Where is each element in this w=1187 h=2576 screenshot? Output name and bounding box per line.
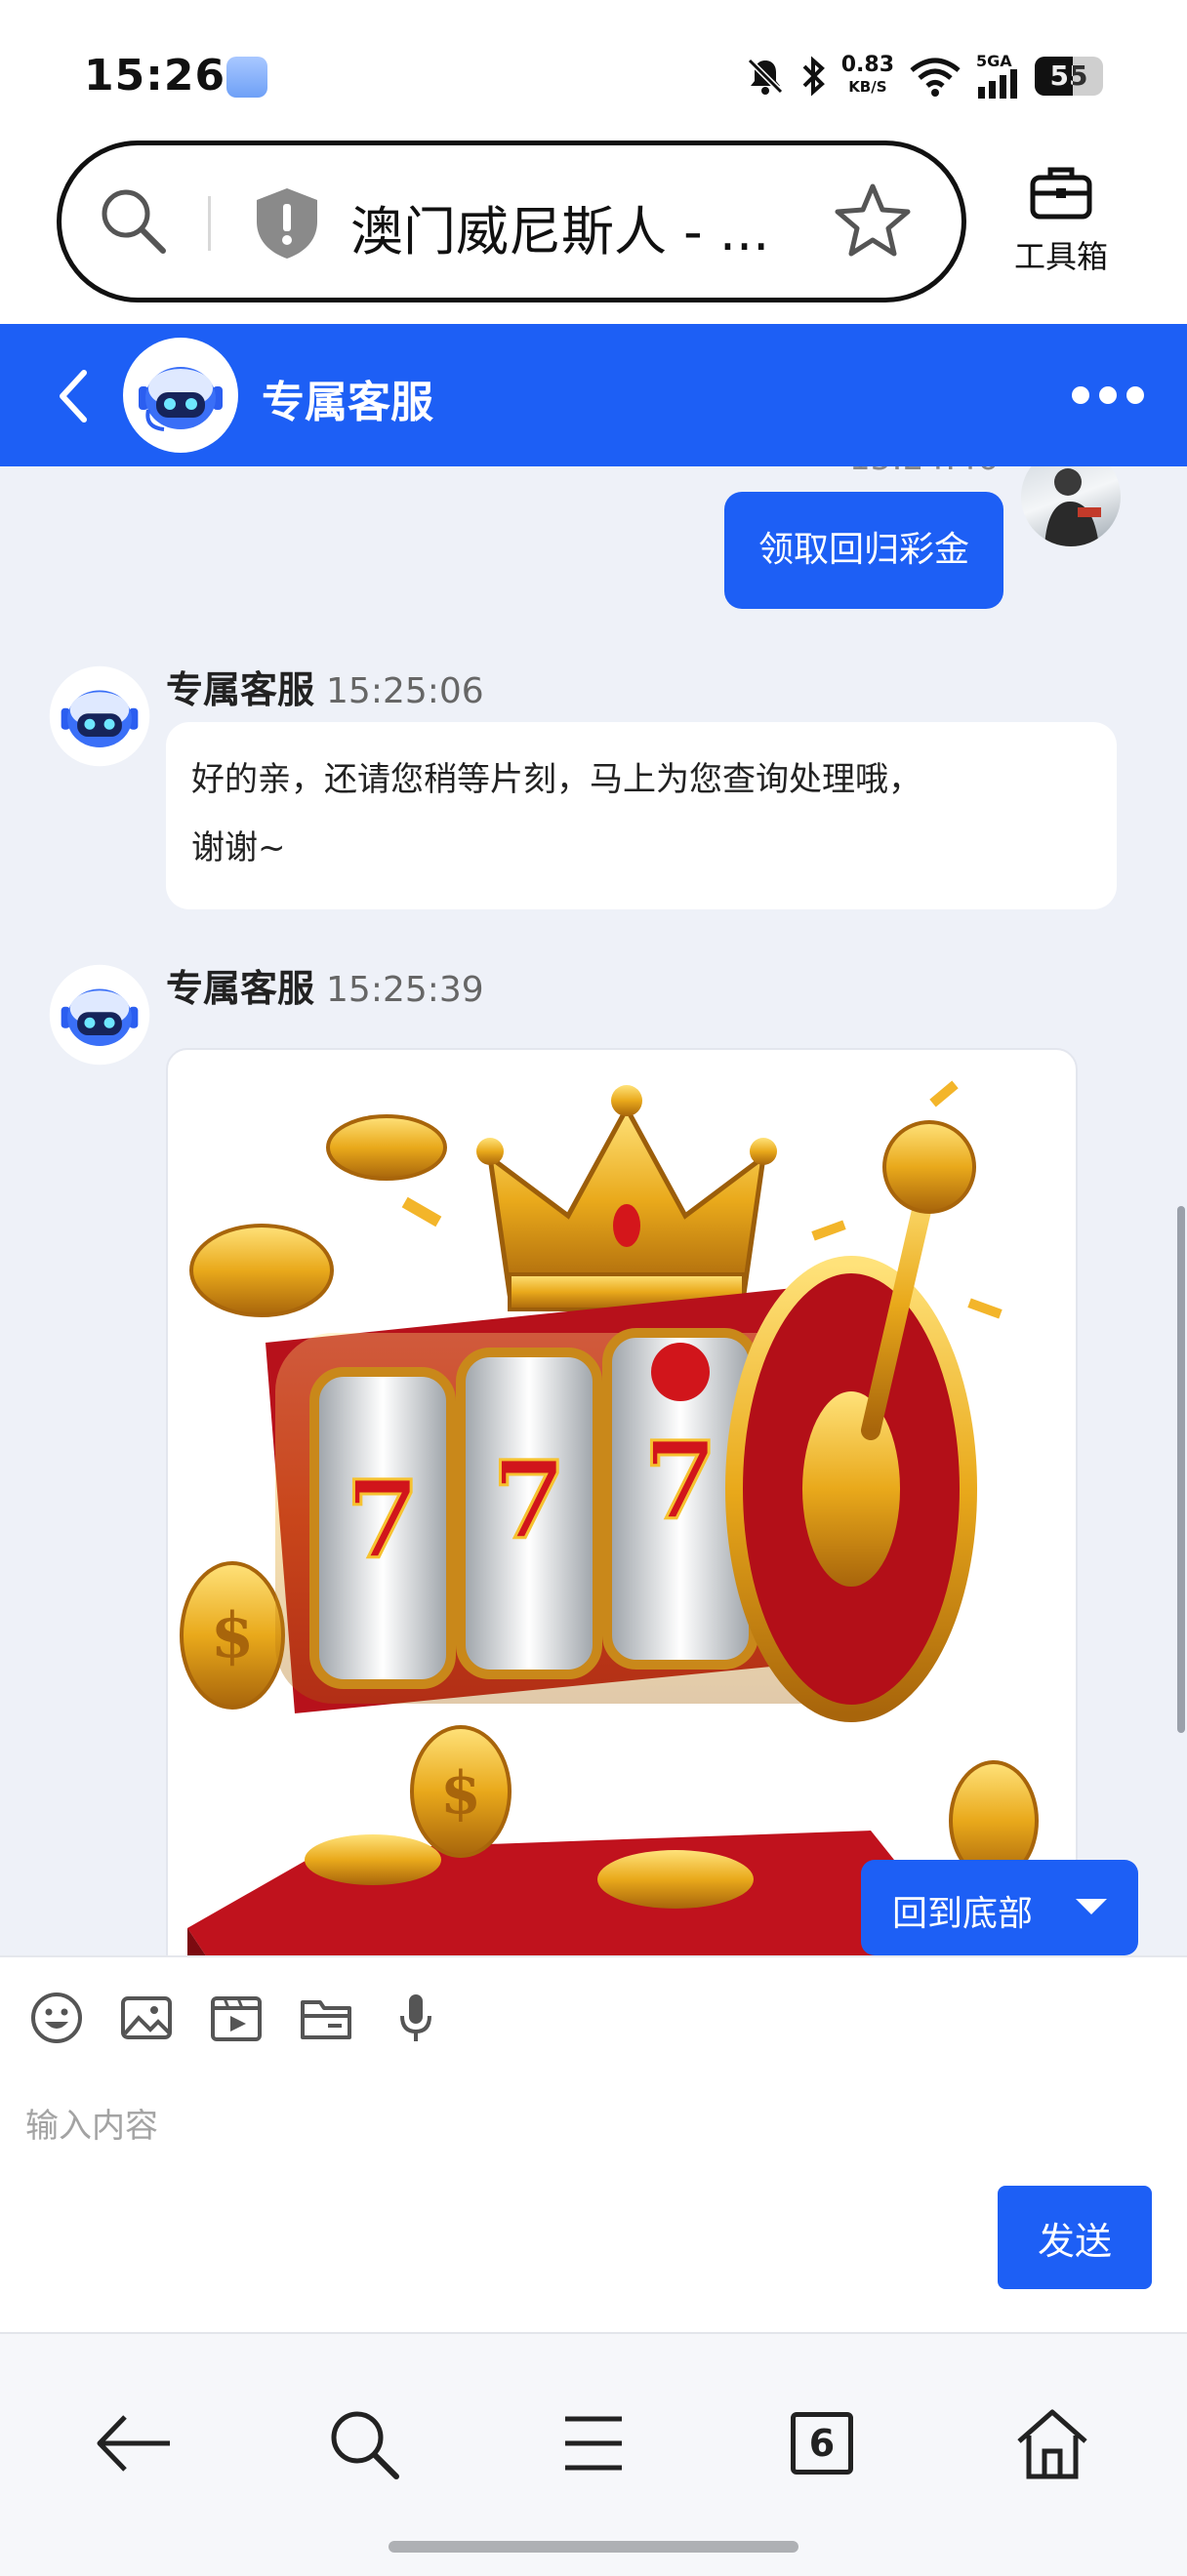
- home-indicator[interactable]: [389, 2541, 798, 2553]
- nav-back-button[interactable]: [86, 2395, 184, 2492]
- tabs-count-icon: 6: [791, 2412, 853, 2475]
- back-arrow-icon: [97, 2415, 170, 2472]
- user-avatar: [1021, 466, 1121, 546]
- bluetooth-icon: [802, 56, 825, 97]
- browser-page: 15:26 0.83 KB/S 5GA 55 澳门威尼斯人 - ... 工具箱 …: [0, 0, 1187, 2576]
- browser-toolbar: 澳门威尼斯人 - ... 工具箱: [0, 137, 1187, 324]
- send-button[interactable]: 发送: [998, 2186, 1152, 2289]
- message-timestamp: 15:24:46: [849, 466, 999, 478]
- message-text-line: 好的亲，还请您稍等片刻，马上为您查询处理哦，: [191, 760, 921, 799]
- image-button[interactable]: [119, 1991, 174, 2045]
- back-to-bottom-button[interactable]: 回到底部: [861, 1860, 1138, 1955]
- svg-text:7: 7: [492, 1437, 567, 1563]
- caret-down-icon: [1076, 1899, 1107, 1914]
- message-text-line: 谢谢~: [191, 828, 286, 867]
- file-button[interactable]: [299, 1991, 353, 2045]
- nav-home-button[interactable]: [1003, 2395, 1101, 2492]
- search-icon[interactable]: [97, 184, 169, 257]
- svg-text:$: $: [211, 1599, 255, 1672]
- back-to-bottom-label: 回到底部: [892, 1894, 1034, 1934]
- back-arrow-icon[interactable]: [55, 367, 94, 425]
- toolbox-label: 工具箱: [1013, 238, 1108, 275]
- scrollbar[interactable]: [1177, 1206, 1185, 1733]
- status-time: 15:26: [84, 51, 226, 101]
- message-time: 15:25:39: [326, 970, 484, 1010]
- emoji-icon: [31, 1992, 82, 2043]
- svg-text:7: 7: [346, 1457, 421, 1583]
- wifi-icon: [910, 58, 961, 97]
- battery-icon: 55: [1035, 57, 1103, 96]
- emoji-button[interactable]: [29, 1991, 84, 2045]
- nav-menu-button[interactable]: [545, 2395, 642, 2492]
- support-avatar: [47, 962, 152, 1067]
- toolbox-button[interactable]: 工具箱: [998, 164, 1125, 277]
- robot-icon: [126, 341, 235, 450]
- svg-text:$: $: [440, 1759, 481, 1828]
- status-icons: 0.83 KB/S 5GA 55: [744, 49, 1103, 103]
- support-avatar: [47, 664, 152, 769]
- chat-header: 专属客服: [0, 324, 1187, 466]
- message-composer: 发送: [0, 1955, 1187, 2332]
- robot-icon: [49, 964, 150, 1066]
- support-message-bubble[interactable]: 好的亲，还请您稍等片刻，马上为您查询处理哦， 谢谢~: [166, 722, 1117, 909]
- chat-title: 专属客服: [262, 378, 433, 427]
- app-notification-icon: [226, 57, 267, 98]
- message-time: 15:25:06: [326, 671, 484, 711]
- nav-tabs-button[interactable]: 6: [773, 2395, 871, 2492]
- search-icon: [331, 2411, 399, 2479]
- user-message-bubble[interactable]: 领取回归彩金: [724, 492, 1003, 609]
- message-input[interactable]: [25, 2094, 962, 2158]
- nav-search-button[interactable]: [314, 2395, 412, 2492]
- mute-bell-icon: [747, 58, 783, 95]
- home-icon: [1017, 2409, 1087, 2479]
- image-message[interactable]: $ 7 7 7 $: [166, 1048, 1078, 1955]
- support-bot-avatar: [123, 338, 238, 453]
- menu-icon: [565, 2416, 622, 2471]
- security-shield-icon[interactable]: [253, 186, 321, 261]
- message-sender: 专属客服 15:25:39: [166, 967, 484, 1010]
- status-bar: 15:26 0.83 KB/S 5GA 55: [0, 0, 1187, 137]
- more-options-icon[interactable]: [1072, 386, 1144, 404]
- browser-bottom-nav: 6: [0, 2332, 1187, 2576]
- robot-icon: [49, 665, 150, 767]
- cellular-signal: 5GA: [976, 54, 1021, 99]
- toolbox-icon: [1030, 167, 1092, 220]
- slot-machine-image[interactable]: $ 7 7 7 $: [168, 1050, 1078, 1955]
- bookmark-star-icon[interactable]: [833, 181, 913, 261]
- page-title[interactable]: 澳门威尼斯人 - ...: [350, 188, 769, 265]
- network-speed: 0.83 KB/S: [840, 53, 894, 97]
- folder-icon: [301, 2000, 351, 2039]
- svg-text:7: 7: [643, 1418, 718, 1544]
- voice-button[interactable]: [389, 1991, 443, 2045]
- signal-bars-icon: [978, 69, 1017, 99]
- composer-tools: [29, 1991, 443, 2045]
- address-bar[interactable]: 澳门威尼斯人 - ...: [57, 141, 966, 302]
- chat-message-list[interactable]: 15:24:46 领取回归彩金 专属客服15:25:06: [0, 466, 1187, 1955]
- video-button[interactable]: [209, 1991, 264, 2045]
- microphone-icon: [400, 1994, 431, 2041]
- address-divider: [208, 196, 211, 251]
- message-sender: 专属客服 15:25:06: [166, 668, 484, 711]
- video-icon: [211, 1996, 262, 2041]
- image-icon: [121, 1996, 172, 2039]
